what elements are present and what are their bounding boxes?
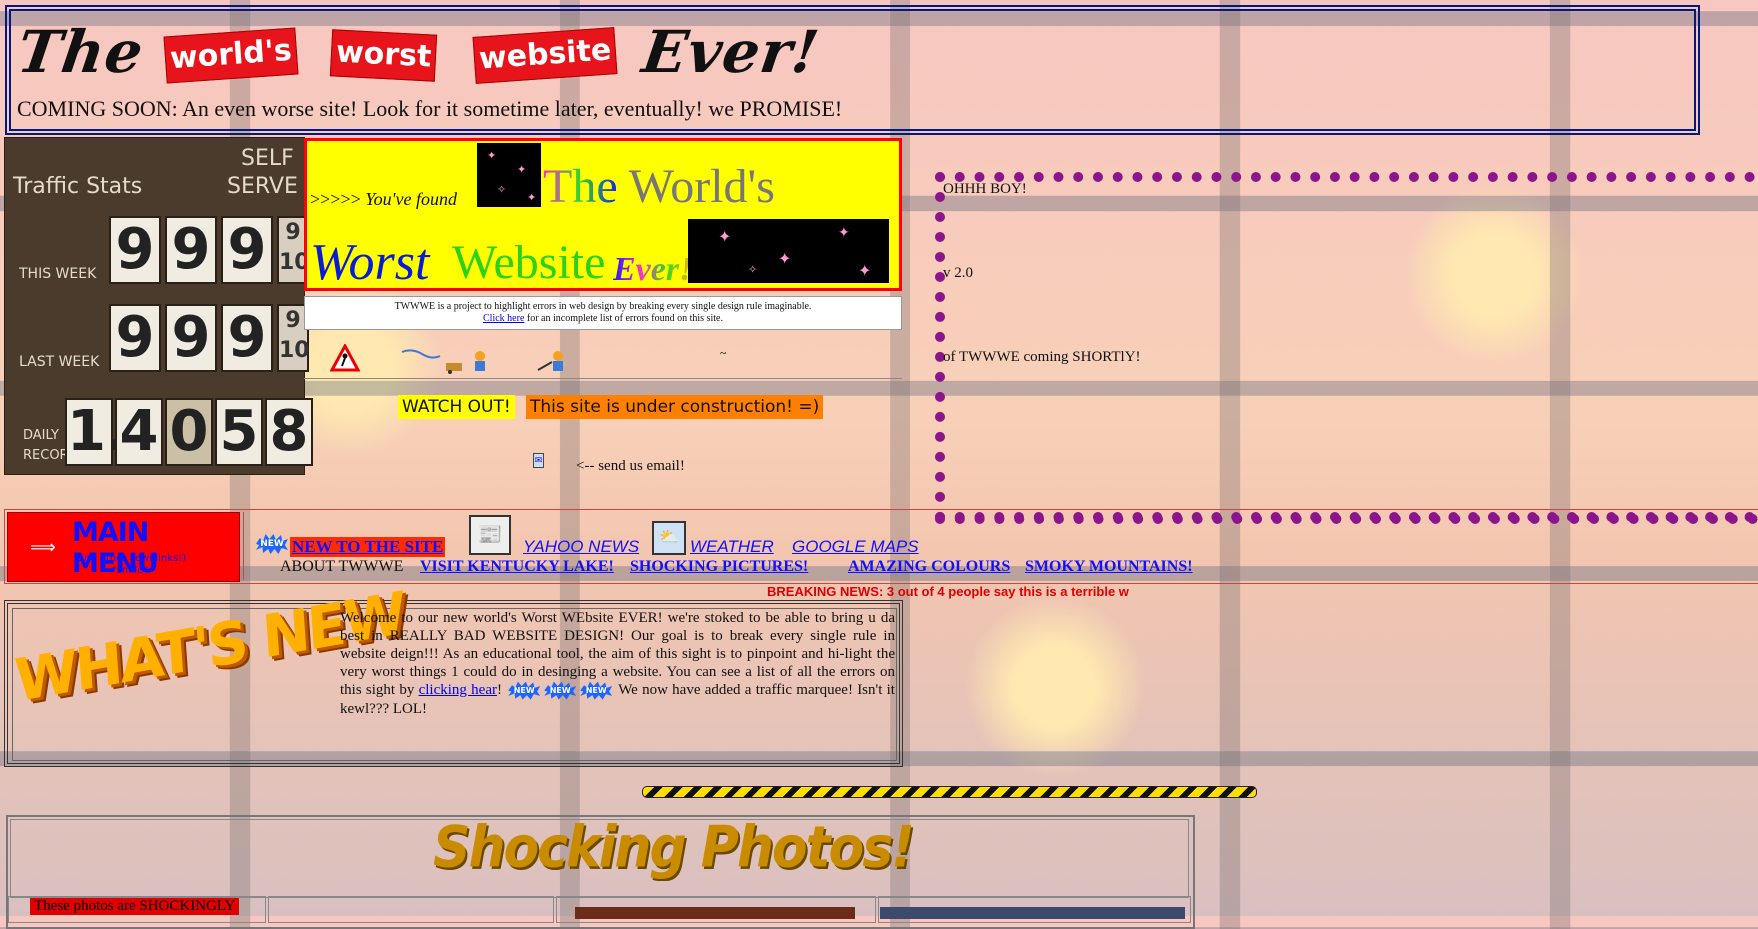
amazing-colours-link[interactable]: AMAZING COLOURS bbox=[848, 558, 1010, 576]
title-worst: worst bbox=[329, 29, 438, 82]
photos-note: These photos are SHOCKINGLY bbox=[30, 898, 240, 915]
title-website: website bbox=[473, 27, 619, 84]
self-label: SELF bbox=[241, 146, 294, 171]
new-badge-icon: NEW bbox=[580, 681, 613, 700]
newspaper-icon[interactable]: 📰 bbox=[469, 515, 511, 555]
description-line1: TWWWE is a project to highlight errors i… bbox=[394, 301, 812, 312]
photo-cell bbox=[268, 896, 554, 923]
weather-link[interactable]: WEATHER bbox=[690, 537, 774, 557]
caution-tape-icon bbox=[642, 786, 1257, 798]
watch-out-label: WATCH OUT! bbox=[398, 395, 515, 419]
counter-digit: 9 bbox=[165, 304, 217, 372]
traffic-stats-widget: Traffic Stats SELF SERVE THIS WEEK 9 9 9… bbox=[4, 137, 313, 475]
counter-digit: 9 bbox=[109, 216, 161, 284]
found-the-worlds: The World's bbox=[543, 159, 775, 214]
title-the: The bbox=[13, 18, 149, 86]
found-worst: Worst bbox=[310, 234, 430, 291]
counter-digit: 9 bbox=[221, 304, 273, 372]
weather-icon[interactable]: ⛅ bbox=[652, 521, 686, 555]
this-week-label: THIS WEEK bbox=[19, 266, 97, 282]
youve-found-banner: >>>>> You've found ✦ ✦ ✧ ✦ The World's Wors… bbox=[304, 138, 902, 291]
construction-strip bbox=[304, 340, 902, 379]
new-badge-icon: NEW bbox=[508, 681, 541, 700]
title-ever: Ever! bbox=[638, 18, 824, 86]
project-description: TWWWE is a project to highlight errors i… bbox=[304, 296, 902, 330]
found-ever: Ever! bbox=[613, 251, 693, 288]
coming-shortly-text: of TWWWE coming SHORTlY! bbox=[943, 349, 1141, 365]
description-line2-wrap: Click here for an incomplete list of err… bbox=[305, 313, 901, 325]
main-menu-box[interactable]: ⟹ MAIN MENU (and other kewl links!) *smil… bbox=[7, 512, 240, 582]
email-icon[interactable]: ✉ bbox=[533, 453, 544, 468]
send-email-text: <-- send us email! bbox=[576, 458, 685, 474]
daily-record-counter: 1. 4 0 5 8 bbox=[65, 398, 313, 466]
smoky-mountains-link[interactable]: SMOKY MOUNTAINS! bbox=[1025, 558, 1193, 576]
google-maps-link[interactable]: GOOGLE MAPS bbox=[792, 537, 919, 557]
worker-icon bbox=[537, 351, 563, 371]
site-title: The world's worst website Ever! bbox=[13, 18, 823, 88]
counter-digit: 9 bbox=[221, 216, 273, 284]
new-badge-icon: NEW bbox=[544, 681, 577, 700]
this-week-counter: 9 9 9 9 10 bbox=[109, 216, 310, 284]
last-week-label: LAST WEEK bbox=[19, 354, 100, 370]
photo-thumbnail[interactable] bbox=[880, 907, 1185, 919]
found-youve-text: You've found bbox=[365, 189, 457, 209]
shocking-pictures-link[interactable]: SHOCKING PICTURES! bbox=[630, 558, 808, 576]
clicking-hear-link[interactable]: clicking hear bbox=[419, 682, 497, 698]
counter-digit: 4 bbox=[115, 398, 163, 466]
found-worlds: World's bbox=[628, 160, 775, 213]
serve-label: SERVE bbox=[227, 174, 298, 199]
under-construction-label: This site is under construction! =) bbox=[526, 395, 824, 419]
ohhh-boy-text: OHHH BOY! bbox=[943, 181, 1027, 197]
sparkle-image: ✦ ✦ ✧ ✦ bbox=[477, 143, 541, 207]
record-label: RECOR bbox=[23, 448, 69, 463]
last-week-counter: 9 9 9 9 10 bbox=[109, 304, 310, 372]
found-website: Website bbox=[452, 236, 606, 289]
whats-new-text: Welcome to our new world's Worst WEbsite… bbox=[340, 610, 895, 717]
errors-list-link[interactable]: Click here bbox=[483, 313, 524, 324]
squiggle-decoration: ~ bbox=[720, 346, 727, 360]
counter-digit: 9 bbox=[109, 304, 161, 372]
construction-sign-icon bbox=[330, 344, 360, 372]
version-text: v 2.0 bbox=[943, 265, 973, 281]
found-arrows: >>>>> bbox=[310, 189, 361, 209]
breaking-news-marquee: BREAKING NEWS: 3 out of 4 people say thi… bbox=[767, 584, 1129, 599]
traffic-stats-label: Traffic Stats bbox=[13, 174, 143, 199]
workers-icon bbox=[401, 349, 485, 374]
title-worlds: world's bbox=[163, 27, 299, 84]
counter-digit: 8 bbox=[265, 398, 313, 466]
coming-soon-text: COMING SOON: An even worse site! Look fo… bbox=[17, 96, 843, 121]
announcement-box bbox=[935, 172, 1755, 522]
counter-digit: 9 bbox=[165, 216, 217, 284]
counter-digit: 0 bbox=[165, 398, 213, 466]
description-line2: for an incomplete list of errors found o… bbox=[526, 313, 723, 324]
main-menu-subtitle: (and other kewl links!) *smile* bbox=[73, 553, 187, 576]
arrow-icon: ⟹ bbox=[30, 537, 56, 557]
about-text: ABOUT TWWWE bbox=[280, 558, 404, 575]
found-intro: >>>>> You've found bbox=[310, 189, 457, 210]
kentucky-lake-link[interactable]: VISIT KENTUCKY LAKE! bbox=[420, 558, 614, 576]
sparkle-image: ✦ ✦ ✦ ✦ ✧ bbox=[688, 219, 889, 283]
daily-label: DAILY bbox=[23, 428, 59, 443]
counter-digit: 5 bbox=[215, 398, 263, 466]
new-to-site-link[interactable]: NEW TO THE SITE bbox=[290, 537, 446, 557]
yahoo-news-link[interactable]: YAHOO NEWS bbox=[523, 537, 639, 557]
photo-thumbnail[interactable] bbox=[575, 907, 855, 919]
shocking-photos-title: Shocking Photos! bbox=[433, 815, 915, 881]
found-the: The bbox=[543, 160, 618, 213]
counter-digit: 1. bbox=[65, 398, 128, 466]
